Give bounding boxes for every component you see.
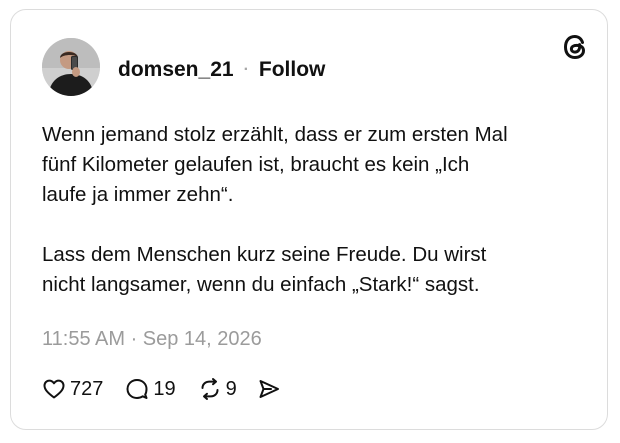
post-paragraph: Wenn jemand stolz erzählt, dass er zum e… [42, 123, 508, 206]
post-timestamp[interactable]: 11:55 AM · Sep 14, 2026 [42, 328, 262, 351]
threads-logo-icon[interactable] [560, 32, 590, 62]
reply-button[interactable]: 19 [125, 377, 176, 401]
post-paragraph: Lass dem Menschen kurz seine Freude. Du … [42, 243, 487, 296]
share-button[interactable] [257, 377, 281, 401]
action-bar: 727 19 9 [42, 374, 281, 404]
repost-count: 9 [225, 377, 237, 400]
like-count: 727 [70, 377, 104, 400]
post-header: domsen_21 · Follow [118, 57, 325, 83]
header-separator: · [243, 61, 249, 78]
avatar[interactable] [42, 38, 100, 96]
post-card: domsen_21 · Follow Wenn jemand stolz erz… [10, 9, 608, 430]
comment-icon [125, 377, 149, 401]
like-button[interactable]: 727 [42, 377, 103, 401]
repost-icon [198, 377, 222, 401]
username-link[interactable]: domsen_21 [118, 58, 234, 82]
post-body: Wenn jemand stolz erzählt, dass er zum e… [42, 120, 592, 300]
repost-button[interactable]: 9 [198, 377, 237, 401]
follow-button[interactable]: Follow [259, 58, 326, 82]
heart-icon [42, 377, 66, 401]
profile-photo [42, 38, 100, 96]
send-icon [257, 377, 281, 401]
reply-count: 19 [153, 377, 176, 400]
